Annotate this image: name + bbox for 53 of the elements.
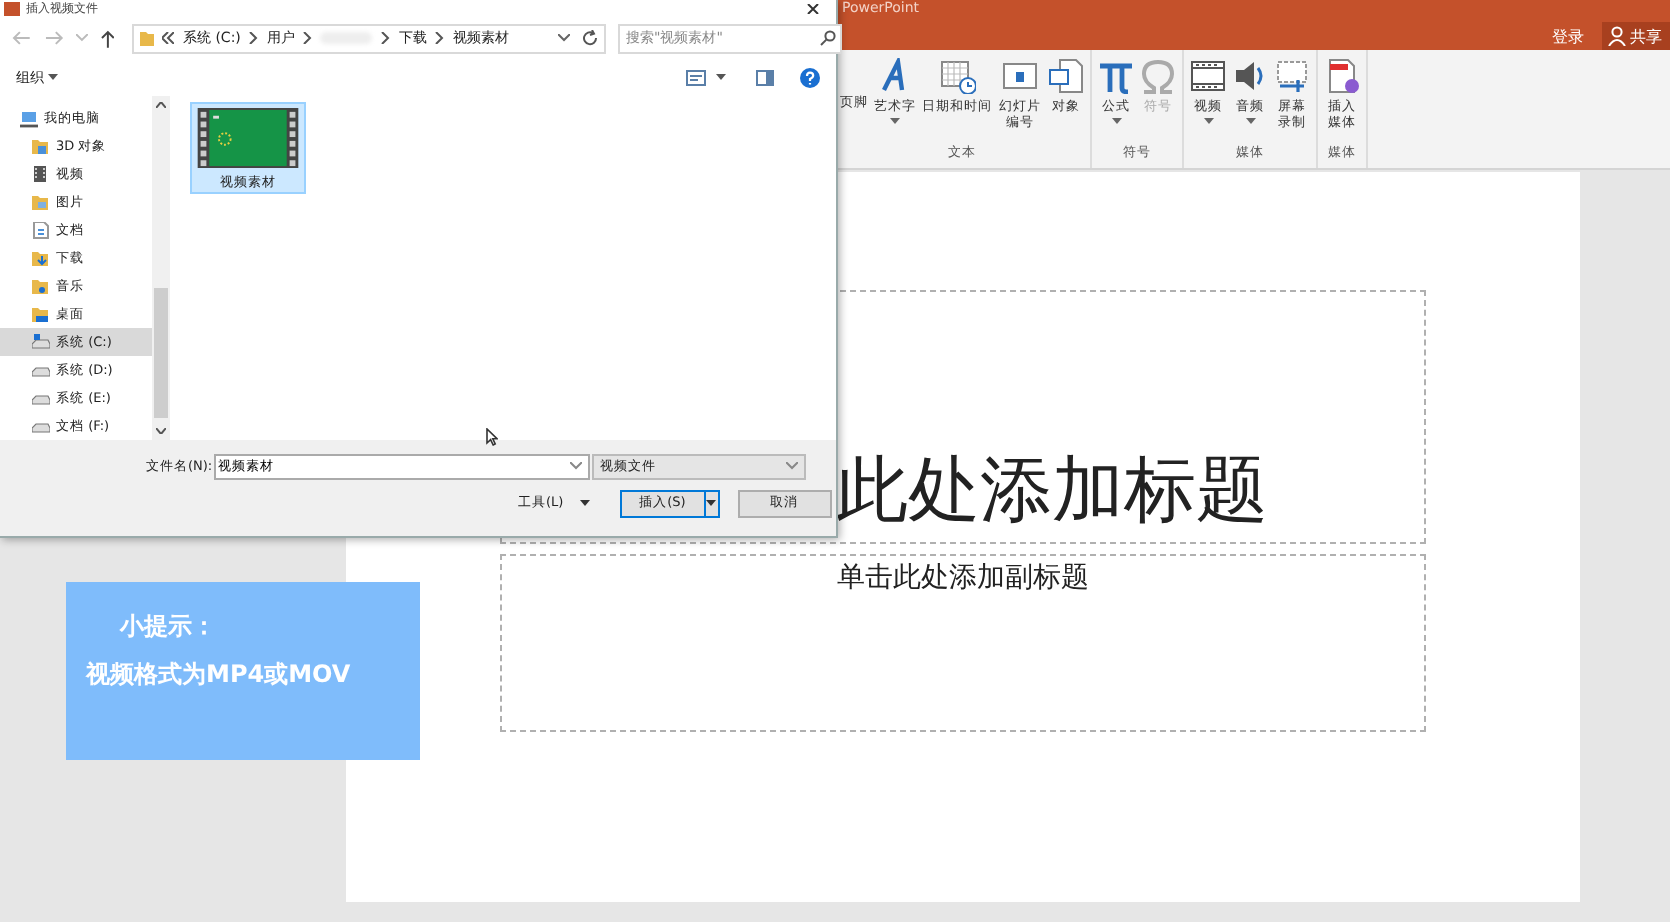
chevron-icon bbox=[434, 32, 445, 44]
slide-title: 此处添加标题 bbox=[836, 452, 1268, 532]
chevrons-icon bbox=[162, 32, 175, 44]
film-icon bbox=[32, 166, 50, 185]
chevron-icon bbox=[380, 32, 391, 44]
refresh-icon[interactable] bbox=[581, 30, 598, 46]
caret-icon bbox=[1203, 118, 1214, 124]
sign-in-link[interactable]: 登录 bbox=[1546, 22, 1590, 50]
caret-icon bbox=[706, 500, 717, 506]
folder-icon bbox=[140, 30, 155, 46]
chevron-icon bbox=[302, 32, 313, 44]
tip-title: 小提示： bbox=[120, 610, 216, 644]
scroll-up-icon[interactable] bbox=[156, 102, 166, 108]
slide-number-icon bbox=[1002, 58, 1039, 94]
computer-icon bbox=[20, 110, 38, 129]
folder-icon bbox=[32, 250, 50, 269]
caret-icon bbox=[1111, 118, 1122, 124]
app-icon bbox=[4, 2, 20, 16]
calendar-icon bbox=[939, 58, 975, 94]
caret-icon[interactable] bbox=[716, 74, 726, 80]
dropdown-icon[interactable] bbox=[557, 34, 570, 42]
document-icon bbox=[32, 222, 50, 241]
mouse-cursor-icon bbox=[486, 428, 498, 446]
chevron-icon bbox=[248, 32, 259, 44]
caret-icon bbox=[890, 118, 900, 124]
caret-icon bbox=[579, 500, 590, 506]
omega-icon bbox=[1140, 58, 1177, 94]
film-icon bbox=[1190, 58, 1227, 94]
screen-record-icon bbox=[1274, 58, 1311, 94]
object-icon bbox=[1048, 58, 1085, 94]
tip-text: 视频格式为MP4或MOV bbox=[86, 658, 351, 692]
help-icon[interactable] bbox=[800, 67, 820, 87]
share-button[interactable]: 共享 bbox=[1602, 22, 1670, 50]
scrollbar[interactable] bbox=[152, 96, 170, 440]
up-icon[interactable] bbox=[99, 29, 115, 47]
scroll-thumb[interactable] bbox=[154, 288, 168, 418]
preview-pane-icon[interactable] bbox=[756, 69, 774, 85]
folder-icon bbox=[32, 305, 50, 324]
folder-icon bbox=[32, 194, 50, 213]
scroll-down-icon[interactable] bbox=[156, 428, 166, 434]
drive-icon bbox=[32, 333, 50, 352]
close-icon[interactable] bbox=[806, 4, 820, 14]
dropdown-icon bbox=[786, 462, 798, 470]
video-file-icon bbox=[196, 108, 300, 168]
view-icon[interactable] bbox=[686, 69, 706, 85]
folder-icon bbox=[32, 277, 50, 296]
person-icon bbox=[1608, 26, 1626, 46]
slide-subtitle: 单击此处添加副标题 bbox=[837, 560, 1089, 596]
pi-icon bbox=[1098, 58, 1135, 94]
caret-icon bbox=[48, 74, 58, 80]
insert-media-icon bbox=[1324, 58, 1361, 94]
folder-icon bbox=[32, 138, 50, 157]
caret-icon bbox=[1245, 118, 1256, 124]
